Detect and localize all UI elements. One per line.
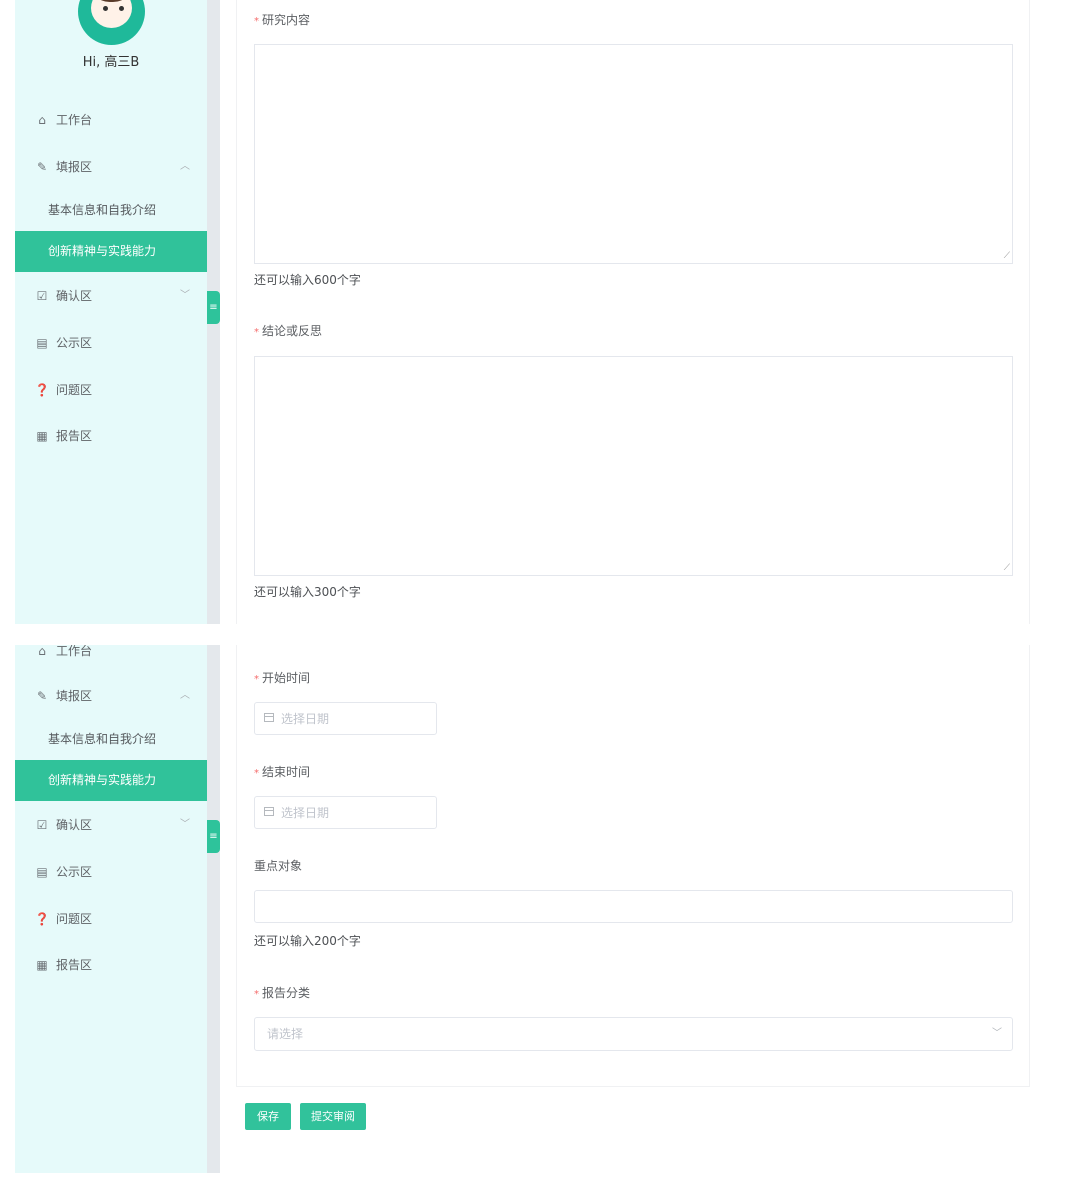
required-asterisk: * — [254, 674, 259, 685]
required-asterisk: * — [254, 989, 259, 1000]
sidebar-subitem-label: 创新精神与实践能力 — [48, 244, 157, 258]
sidebar-item-confirm-area[interactable]: ☑ 确认区 ﹀ — [15, 805, 207, 845]
date-placeholder: 选择日期 — [281, 806, 330, 820]
sidebar-item-label: 报告区 — [56, 429, 93, 443]
edit-icon: ✎ — [36, 160, 48, 174]
sidebar-subitem-basic-info[interactable]: 基本信息和自我介绍 — [15, 719, 207, 760]
sidebar-item-label: 问题区 — [56, 912, 93, 926]
question-circle-icon: ❓ — [34, 383, 50, 397]
sidebar-item-question-area[interactable]: ❓ 问题区 — [15, 370, 207, 410]
sidebar-subitem-innovation[interactable]: 创新精神与实践能力 — [15, 231, 207, 272]
sidebar-item-label: 公示区 — [56, 865, 93, 879]
required-asterisk: * — [254, 16, 259, 27]
date-placeholder: 选择日期 — [281, 712, 330, 726]
key-object-char-counter: 还可以输入200个字 — [254, 934, 361, 948]
chevron-down-icon: ﹀ — [992, 1028, 1002, 1039]
sidebar-item-fill-area[interactable]: ✎ 填报区 ︿ — [15, 676, 207, 716]
sidebar-item-confirm-area[interactable]: ☑ 确认区 ﹀ — [15, 276, 207, 316]
report-category-select[interactable]: 请选择 ﹀ — [254, 1017, 1013, 1051]
sidebar-item-report-area[interactable]: ▦ 报告区 — [15, 945, 207, 985]
research-content-label: * 研究内容 — [254, 13, 311, 27]
home-icon: ⌂ — [38, 645, 46, 658]
sidebar-item-label: 填报区 — [56, 689, 93, 703]
end-time-date-picker[interactable]: 选择日期 — [254, 796, 437, 829]
check-square-icon: ☑ — [36, 289, 48, 303]
sidebar-subitem-label: 基本信息和自我介绍 — [48, 732, 157, 746]
file-icon: ▦ — [36, 958, 48, 972]
sidebar-item-label: 填报区 — [56, 160, 93, 174]
sidebar-item-label: 问题区 — [56, 383, 93, 397]
sidebar-subitem-label: 基本信息和自我介绍 — [48, 203, 157, 217]
submit-review-button[interactable]: 提交审阅 — [300, 1103, 366, 1130]
sidebar-collapse-toggle[interactable]: ≡ — [207, 291, 220, 324]
sidebar-item-report-area[interactable]: ▦ 报告区 — [15, 416, 207, 456]
research-content-char-counter: 还可以输入600个字 — [254, 273, 361, 287]
sidebar-subitem-basic-info[interactable]: 基本信息和自我介绍 — [15, 190, 207, 231]
key-object-label: 重点对象 — [254, 859, 303, 873]
calendar-icon — [264, 807, 274, 816]
sidebar-item-workbench[interactable]: ⌂ 工作台 — [15, 645, 207, 671]
question-circle-icon: ❓ — [34, 912, 50, 926]
sidebar-item-question-area[interactable]: ❓ 问题区 — [15, 899, 207, 939]
home-icon: ⌂ — [38, 113, 46, 127]
board-icon: ▤ — [36, 865, 48, 879]
sidebar-item-label: 确认区 — [56, 289, 93, 303]
start-time-label: * 开始时间 — [254, 671, 311, 685]
sidebar-subitem-innovation[interactable]: 创新精神与实践能力 — [15, 760, 207, 801]
resize-handle-icon[interactable]: ⟋ — [1004, 564, 1010, 573]
sidebar-rail — [207, 645, 220, 1173]
conclusion-char-counter: 还可以输入300个字 — [254, 585, 361, 599]
conclusion-textarea[interactable]: ⟋ — [254, 356, 1013, 576]
calendar-icon — [264, 713, 274, 722]
edit-icon: ✎ — [36, 689, 48, 703]
conclusion-label: * 结论或反思 — [254, 324, 323, 338]
sidebar-item-workbench[interactable]: ⌂ 工作台 — [15, 100, 207, 140]
file-icon: ▦ — [36, 429, 48, 443]
check-square-icon: ☑ — [36, 818, 48, 832]
resize-handle-icon[interactable]: ⟋ — [1004, 252, 1010, 261]
chevron-up-icon: ︿ — [180, 161, 190, 172]
research-content-textarea[interactable]: ⟋ — [254, 44, 1013, 264]
report-category-label: * 报告分类 — [254, 986, 311, 1000]
required-asterisk: * — [254, 768, 259, 779]
sidebar-item-label: 工作台 — [56, 113, 93, 127]
sidebar-item-fill-area[interactable]: ✎ 填报区 ︿ — [15, 147, 207, 187]
sidebar-item-label: 确认区 — [56, 818, 93, 832]
board-icon: ▤ — [36, 336, 48, 350]
chevron-down-icon: ﹀ — [180, 290, 190, 301]
chevron-up-icon: ︿ — [180, 690, 190, 701]
sidebar-item-label: 公示区 — [56, 336, 93, 350]
sidebar-item-label: 工作台 — [56, 645, 93, 658]
save-button[interactable]: 保存 — [245, 1103, 291, 1130]
start-time-date-picker[interactable]: 选择日期 — [254, 702, 437, 735]
sidebar-item-label: 报告区 — [56, 958, 93, 972]
key-object-input[interactable] — [254, 890, 1013, 923]
sidebar-collapse-toggle[interactable]: ≡ — [207, 820, 220, 853]
user-greeting: Hi, 高三B — [82, 55, 140, 70]
sidebar-subitem-label: 创新精神与实践能力 — [48, 773, 157, 787]
sidebar-item-public-area[interactable]: ▤ 公示区 — [15, 323, 207, 363]
screenshot-panel-top: ≡ Hi, 高三B ⌂ 工作台 ✎ 填报区 ︿ 基本信息和自我介绍 创新精神与实… — [0, 0, 1080, 624]
required-asterisk: * — [254, 327, 259, 338]
end-time-label: * 结束时间 — [254, 765, 311, 779]
chevron-down-icon: ﹀ — [180, 819, 190, 830]
select-placeholder: 请选择 — [267, 1027, 304, 1041]
sidebar-item-public-area[interactable]: ▤ 公示区 — [15, 852, 207, 892]
